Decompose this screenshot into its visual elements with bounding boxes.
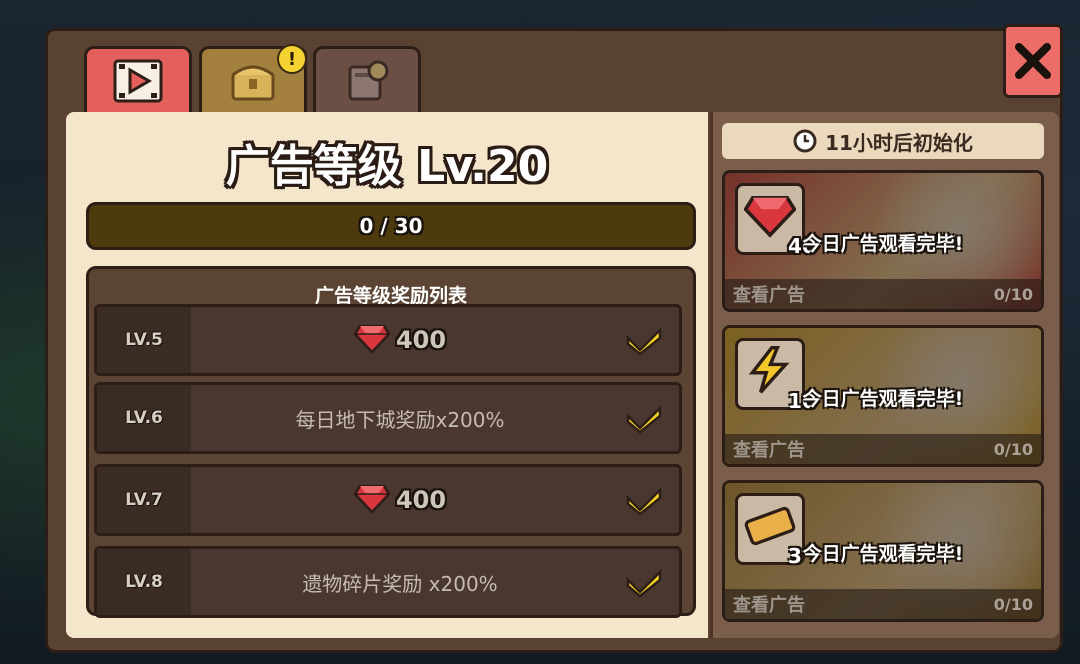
treasure-chest-icon (231, 65, 275, 100)
progress-text: 0 / 30 (359, 214, 423, 238)
reward-amount: 400 (395, 486, 447, 514)
reward-level: LV.8 (97, 549, 191, 615)
reward-level: LV.7 (97, 467, 191, 533)
reward-row: LV.5 400 (94, 304, 682, 376)
watch-ad-label: 查看广告 (733, 440, 805, 461)
ad-card[interactable]: 3 今日广告观看完毕! 查看广告 0/10 (722, 480, 1044, 622)
reward-row: LV.6 每日地下城奖励x200% (94, 382, 682, 454)
ad-card[interactable]: 40 今日广告观看完毕! 查看广告 0/10 (722, 170, 1044, 312)
watch-ad-label: 查看广告 (733, 285, 805, 306)
reward-level: LV.6 (97, 385, 191, 451)
reward-row: LV.7 400 (94, 464, 682, 536)
tab-ads[interactable] (84, 46, 192, 112)
watch-ad-label: 查看广告 (733, 595, 805, 616)
watch-ad-button[interactable]: 查看广告 0/10 (725, 434, 1041, 464)
reward-level: LV.5 (97, 307, 191, 373)
claimed-check-icon (609, 385, 679, 451)
watch-ad-button[interactable]: 查看广告 0/10 (725, 589, 1041, 619)
alert-badge: ! (277, 44, 307, 74)
reward-text: 每日地下城奖励x200% (295, 407, 505, 432)
claimed-check-icon (609, 307, 679, 373)
claimed-check-icon (609, 467, 679, 533)
close-button[interactable] (1003, 24, 1063, 98)
ad-card[interactable]: 10 今日广告观看完毕! 查看广告 0/10 (722, 325, 1044, 467)
ad-status-text: 今日广告观看完毕! (802, 233, 964, 255)
reward-content: 每日地下城奖励x200% (191, 404, 609, 433)
close-icon (1015, 43, 1051, 79)
book-icon (348, 60, 389, 100)
level-progress-bar: 0 / 30 (86, 202, 696, 250)
page-title: 广告等级 Lv.20 (225, 141, 549, 192)
reward-content: 400 (191, 322, 609, 359)
reward-amount: 400 (395, 326, 447, 354)
reset-text: 11小时后初始化 (825, 130, 973, 155)
reward-text: 遗物碎片奖励 x200% (302, 571, 498, 596)
reward-content: 400 (191, 482, 609, 519)
gem-icon (353, 322, 391, 359)
ad-status-text: 今日广告观看完毕! (802, 543, 964, 565)
ad-watch-count: 0/10 (993, 284, 1033, 304)
reward-content: 遗物碎片奖励 x200% (191, 568, 609, 597)
watch-ad-button[interactable]: 查看广告 0/10 (725, 279, 1041, 309)
claimed-check-icon (609, 549, 679, 615)
reward-row: LV.8 遗物碎片奖励 x200% (94, 546, 682, 618)
ad-status-text: 今日广告观看完毕! (802, 388, 964, 410)
clock-icon (793, 129, 817, 153)
ad-watch-count: 0/10 (993, 439, 1033, 459)
reset-timer: 11小时后初始化 (722, 123, 1044, 159)
ad-watch-count: 0/10 (993, 594, 1033, 614)
tab-book[interactable] (313, 46, 421, 112)
film-play-icon (113, 59, 163, 102)
gem-icon (353, 482, 391, 519)
